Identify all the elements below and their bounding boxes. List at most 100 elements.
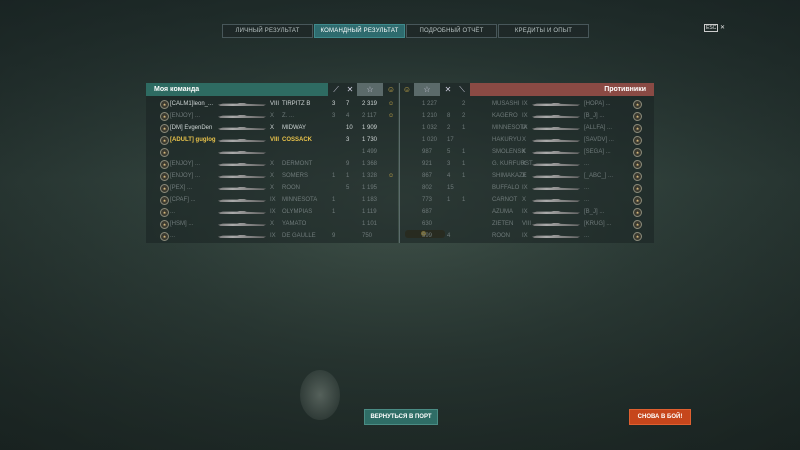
ship-tier: IX xyxy=(522,233,528,239)
clan-rank-icon: ★ xyxy=(160,208,169,217)
medal-icon: ☺ xyxy=(386,85,396,94)
ship-silhouette-icon xyxy=(532,127,580,130)
xp-value: 1 730 xyxy=(362,137,378,143)
torpedo-hits-value: 1 xyxy=(462,197,466,203)
player-name: [ENJOY] ... xyxy=(170,113,201,119)
ship-name: ROON xyxy=(492,233,510,239)
player-name: [ENJOY] ... xyxy=(170,161,201,167)
enemy-team-row[interactable]: 599 4 ROON IX... ★ xyxy=(400,230,654,242)
torpedo-hits-value: 1 xyxy=(332,209,336,215)
esc-close-button[interactable]: ESC ✕ xyxy=(704,24,725,32)
planes-value: 1 xyxy=(346,173,350,179)
my-team-row[interactable]: ★ [ENJOY] ... X Z. ... 3 4 2 117 ☺ xyxy=(146,110,398,122)
torpedo-hits-value: 3 xyxy=(332,101,336,107)
enemy-team-row[interactable]: 802 15 BUFFALO IX... ★ xyxy=(400,182,654,194)
tab-personal-result[interactable]: ЛИЧНЫЙ РЕЗУЛЬТАТ xyxy=(222,24,313,38)
my-team-row[interactable]: ★ [ADULT] guglog VIII COSSACK 3 1 730 xyxy=(146,134,398,146)
xp-value: 1 101 xyxy=(362,221,378,227)
tab-credits-xp[interactable]: КРЕДИТЫ И ОПЫТ xyxy=(498,24,589,38)
enemy-team-row[interactable]: 1 020 17 HAKURYU X [SAVDV] ... ★ xyxy=(400,134,654,146)
my-team-row[interactable]: ★ [ENJOY] ... X DERMONT 9 1 368 xyxy=(146,158,398,170)
player-name: [ENJOY] ... xyxy=(170,173,201,179)
ship-tier: VIII xyxy=(522,221,532,227)
my-team-row[interactable]: ★ [PEX] ... X ROON 5 1 195 xyxy=(146,182,398,194)
xp-value: 687 xyxy=(422,209,433,215)
ship-silhouette-icon xyxy=(532,139,580,142)
my-team-row[interactable]: ★... IX DE GAULLE 9 750 xyxy=(146,230,398,242)
player-name: ... xyxy=(584,197,590,203)
enemy-planes-icon: ✕ xyxy=(444,85,452,94)
result-tabs: ЛИЧНЫЙ РЕЗУЛЬТАТ КОМАНДНЫЙ РЕЗУЛЬТАТ ПОД… xyxy=(222,24,590,38)
enemy-team-row[interactable]: 630 ZIETEN VIII [KRUG] ... ★ xyxy=(400,218,654,230)
ship-silhouette-icon xyxy=(532,211,580,214)
my-team-row[interactable]: ★ 1 499 xyxy=(146,146,398,158)
clan-rank-icon: ★ xyxy=(160,196,169,205)
ship-silhouette-icon xyxy=(532,235,580,238)
ship-tier: X xyxy=(270,125,275,131)
enemy-team-row[interactable]: 1 032 2 1 MINNESOTA IX [ALLFA] ... ★ xyxy=(400,122,654,134)
my-team-row[interactable]: ★ [HSM] ... X YAMATO 1 101 xyxy=(146,218,398,230)
enemy-team-row[interactable]: 1 210 8 2 KAGERO IX [B_J] ... ★ xyxy=(400,110,654,122)
xp-value: 750 xyxy=(362,233,373,239)
ship-silhouette-icon xyxy=(218,151,266,154)
xp-value: 1 499 xyxy=(362,149,378,155)
my-team-row[interactable]: ★ [DM] EvgenDen X MIDWAY 10 1 909 xyxy=(146,122,398,134)
player-name: [HOPA] ... xyxy=(584,101,611,107)
ship-name: COSSACK xyxy=(282,137,313,143)
ship-silhouette-icon xyxy=(218,223,266,226)
planes-value: 2 xyxy=(447,125,451,131)
player-name: ... xyxy=(584,161,590,167)
my-team-row[interactable]: ★ [CPAF] ... IX MINNESOTA 1 1 183 xyxy=(146,194,398,206)
torpedo-hits-value: 1 xyxy=(462,149,466,155)
player-name: [_ABC_] ... xyxy=(584,173,614,179)
ship-silhouette-icon xyxy=(218,115,266,118)
clan-rank-icon: ★ xyxy=(160,184,169,193)
planes-value: 3 xyxy=(346,137,350,143)
clan-rank-icon: ★ xyxy=(633,208,642,217)
planes-value: 10 xyxy=(346,125,353,131)
ship-tier: IX xyxy=(270,233,276,239)
ship-tier: X xyxy=(270,113,275,119)
clan-rank-icon: ★ xyxy=(160,112,169,121)
clan-rank-icon: ★ xyxy=(160,148,169,157)
ship-silhouette-icon xyxy=(532,151,580,154)
enemy-team-row[interactable]: 687 AZUMA IX [B_J] ... ★ xyxy=(400,206,654,218)
enemy-xp-star-icon: ☆ xyxy=(414,83,440,96)
enemy-torpedo-icon: ⟍ xyxy=(459,85,465,94)
my-team-row[interactable]: ★ [CALM1]leon_... VIII TIRPITZ B 3 7 2 319 ☺ xyxy=(146,98,398,110)
enemy-team-row[interactable]: 773 1 1 CARNOT X... ★ xyxy=(400,194,654,206)
ship-name: MIDWAY xyxy=(282,125,306,131)
tab-detailed-report[interactable]: ПОДРОБНЫЙ ОТЧЁТ xyxy=(406,24,497,38)
medal-value: ☺ xyxy=(388,173,395,179)
ship-tier: X xyxy=(522,149,527,155)
ship-tier: IX xyxy=(522,125,528,131)
player-name: ... xyxy=(170,233,176,239)
clan-rank-icon: ★ xyxy=(633,160,642,169)
xp-value: 1 195 xyxy=(362,185,378,191)
xp-value: 1 909 xyxy=(362,125,378,131)
ship-silhouette-icon xyxy=(218,235,266,238)
planes-value: 8 xyxy=(447,113,451,119)
ship-silhouette-icon xyxy=(218,103,266,106)
enemy-team-row[interactable]: 987 5 1 SMOLENSK X [SEGA] ... ★ xyxy=(400,146,654,158)
battle-again-button[interactable]: СНОВА В БОЙ! xyxy=(629,409,691,425)
enemy-team-row[interactable]: 921 3 1 G. KURFURST X... ★ xyxy=(400,158,654,170)
my-team-row[interactable]: ★... IX OLYMPIAS 1 1 119 xyxy=(146,206,398,218)
return-to-port-button[interactable]: ВЕРНУТЬСЯ В ПОРТ xyxy=(364,409,438,425)
tab-team-result[interactable]: КОМАНДНЫЙ РЕЗУЛЬТАТ xyxy=(314,24,405,38)
clan-rank-icon: ★ xyxy=(160,100,169,109)
clan-rank-icon: ★ xyxy=(633,172,642,181)
enemy-team-row[interactable]: 1 227 2 MUSASHI IX [HOPA] ... ★ xyxy=(400,98,654,110)
enemy-team-row[interactable]: 867 4 1 SHIMAKAZE X [_ABC_] ... ★ xyxy=(400,170,654,182)
ship-silhouette-icon xyxy=(218,175,266,178)
ship-tier: IX xyxy=(270,209,276,215)
planes-value: 5 xyxy=(346,185,350,191)
ship-name: DERMONT xyxy=(282,161,313,167)
ship-silhouette-icon xyxy=(532,199,580,202)
ship-tier: X xyxy=(270,185,275,191)
xp-value: 1 210 xyxy=(422,113,438,119)
torpedo-hits-value: 1 xyxy=(332,197,336,203)
clan-rank-icon: ★ xyxy=(633,148,642,157)
my-team-row[interactable]: ★ [ENJOY] ... X SOMERS 1 1 1 328 ☺ xyxy=(146,170,398,182)
xp-value: 1 328 xyxy=(362,173,378,179)
